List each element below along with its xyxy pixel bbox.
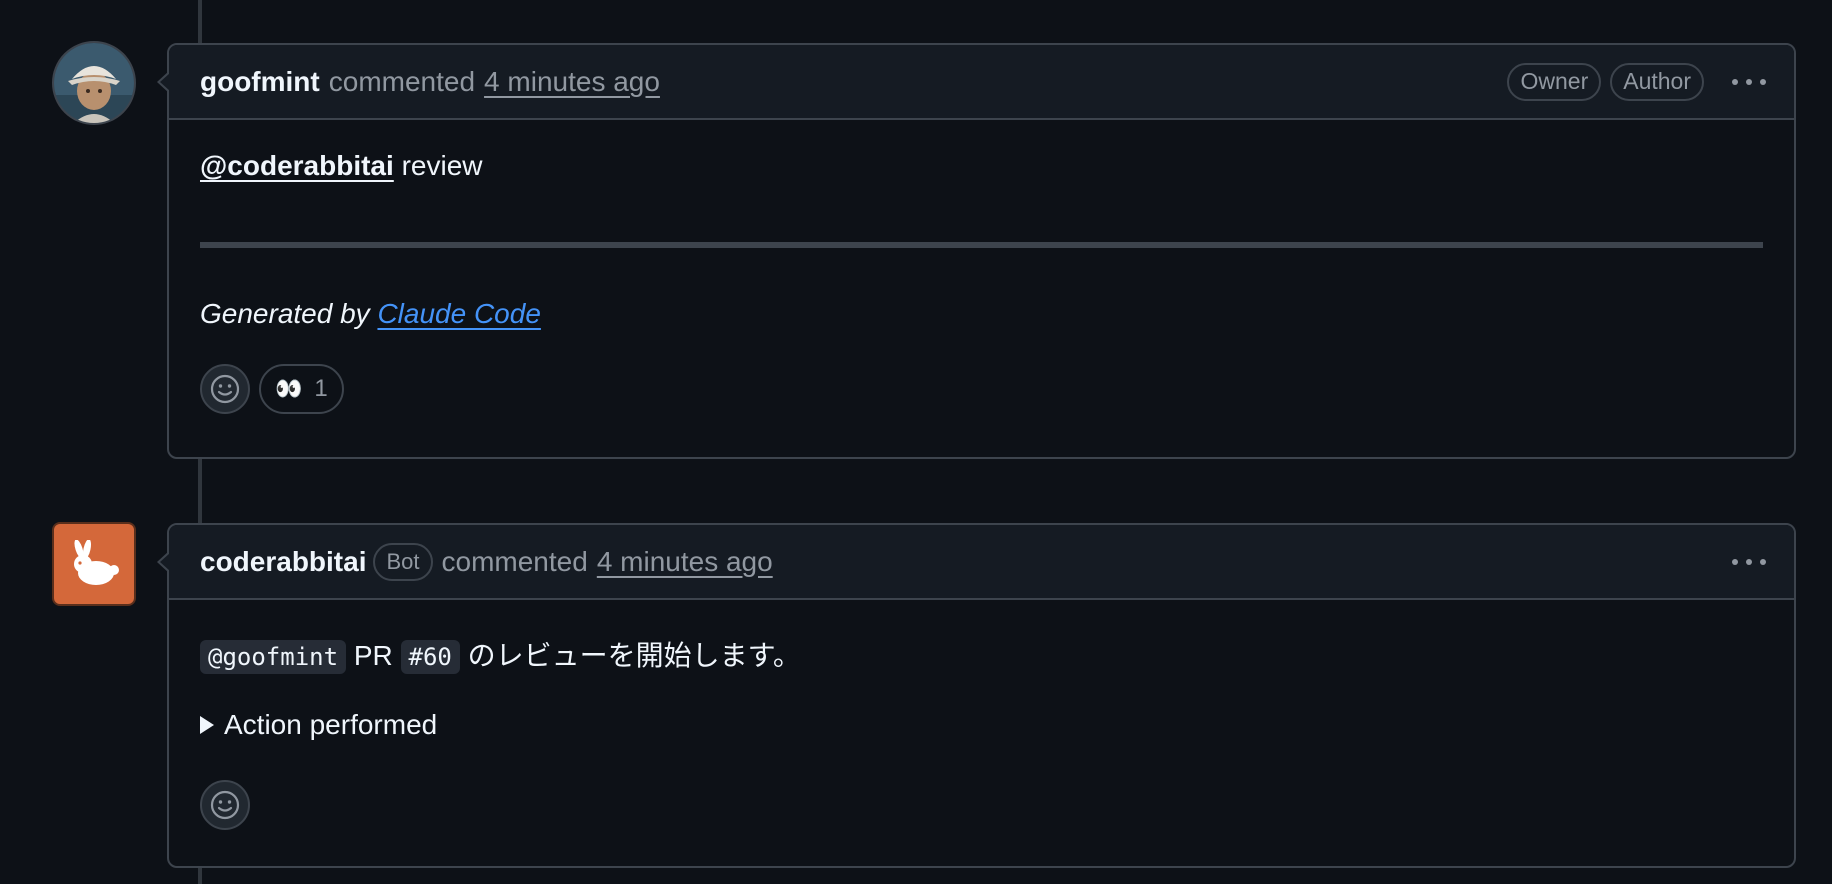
smiley-icon: [210, 374, 240, 404]
comment-text-review: review: [393, 150, 483, 181]
avatar[interactable]: [52, 522, 136, 606]
reactions-bar: 👀 1: [200, 364, 1763, 414]
text-review-start: のレビューを開始します。: [459, 640, 801, 671]
eyes-emoji-icon: 👀: [275, 376, 303, 401]
header-right: Owner Author: [1498, 62, 1766, 101]
comment-text: @coderabbitai review: [200, 120, 1763, 198]
comment-time-link[interactable]: 4 minutes ago: [597, 546, 773, 578]
owner-label: Owner: [1507, 62, 1602, 101]
add-reaction-button[interactable]: [200, 780, 250, 830]
reactions-bar: [200, 780, 1763, 830]
triangle-right-icon: [200, 716, 214, 734]
author-name[interactable]: goofmint: [200, 66, 320, 98]
generated-prefix: Generated by: [200, 298, 378, 329]
comment-body: @goofmint PR #60 のレビューを開始します。 Action per…: [169, 600, 1794, 830]
rabbit-icon: [74, 540, 119, 585]
smiley-icon: [210, 790, 240, 820]
comment-time-link[interactable]: 4 minutes ago: [484, 66, 660, 98]
author-name[interactable]: coderabbitai: [200, 546, 366, 578]
author-label: Author: [1610, 62, 1704, 101]
comment-header: coderabbitai Bot commented 4 minutes ago: [157, 525, 1794, 600]
comment-box: coderabbitai Bot commented 4 minutes ago…: [157, 523, 1796, 868]
generated-by-text: Generated by Claude Code: [200, 298, 1763, 338]
more-options-icon[interactable]: [1732, 72, 1766, 92]
user-photo-icon: [54, 43, 134, 123]
mention-link[interactable]: @coderabbitai: [200, 150, 394, 181]
more-options-icon[interactable]: [1732, 552, 1766, 572]
comment-header: goofmint commented 4 minutes ago Owner A…: [157, 45, 1794, 120]
comment-action: commented: [441, 545, 588, 577]
comment-body: @coderabbitai review Generated by Claude…: [169, 120, 1794, 414]
text-pr: PR: [346, 640, 401, 671]
reaction-count: 1: [314, 375, 328, 402]
comment-text: @goofmint PR #60 のレビューを開始します。: [200, 600, 1763, 674]
claude-code-link[interactable]: Claude Code: [377, 298, 540, 329]
mention-code[interactable]: @goofmint: [200, 640, 347, 674]
reaction-eyes-button[interactable]: 👀 1: [259, 364, 344, 414]
comment-action: commented: [328, 65, 476, 97]
add-reaction-button[interactable]: [200, 364, 250, 414]
bot-label: Bot: [373, 542, 433, 581]
avatar[interactable]: [52, 41, 136, 125]
pr-number-code[interactable]: #60: [400, 640, 460, 674]
header-right: [1704, 552, 1766, 572]
comment-box: goofmint commented 4 minutes ago Owner A…: [157, 43, 1796, 459]
details-summary-label: Action performed: [224, 709, 438, 740]
details-summary[interactable]: Action performed: [200, 706, 1763, 744]
horizontal-rule: [200, 242, 1763, 248]
